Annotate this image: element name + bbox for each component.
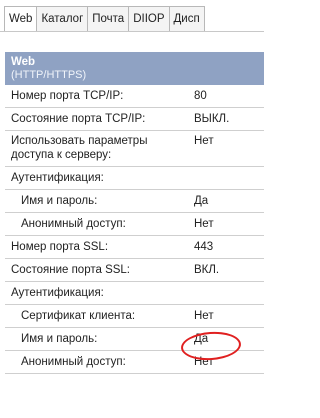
row-value[interactable]: Нет <box>190 356 264 368</box>
tab-web[interactable]: Web <box>4 6 38 31</box>
section-title: Web <box>11 56 36 68</box>
row-value[interactable]: 443 <box>190 241 264 253</box>
tab-divider <box>0 31 264 32</box>
row-anonymous-access: Анонимный доступ: Нет <box>5 213 264 236</box>
row-label: Номер порта SSL: <box>11 241 109 253</box>
row-tcp-status: Состояние порта TCP/IP: ВЫКЛ. <box>5 108 264 131</box>
row-label: Номер порта TCP/IP: <box>11 90 124 102</box>
row-label: Аутентификация: <box>11 287 104 299</box>
tab-bar: Web Каталог Почта DIIOP Дисп <box>4 6 264 31</box>
section-header: Web (HTTP/HTTPS) <box>5 52 264 85</box>
row-ssl-status: Состояние порта SSL: ВКЛ. <box>5 259 264 282</box>
row-label: Сертификат клиента: <box>21 310 136 322</box>
row-value[interactable]: ВКЛ. <box>190 264 264 276</box>
row-label: Анонимный доступ: <box>21 356 126 368</box>
row-value[interactable]: Да <box>190 195 264 207</box>
tab-label: Дисп <box>173 13 200 25</box>
row-label: Имя и пароль: <box>21 333 98 345</box>
row-name-password: Имя и пароль: Да <box>5 190 264 213</box>
row-label: Анонимный доступ: <box>21 218 126 230</box>
row-label: Аутентификация: <box>11 172 104 184</box>
row-label: Имя и пароль: <box>21 195 98 207</box>
row-ssl-port: Номер порта SSL: 443 <box>5 236 264 259</box>
row-ssl-anonymous-access: Анонимный доступ: Нет <box>5 351 264 374</box>
tab-label: Web <box>9 13 33 25</box>
row-ssl-authentication-heading: Аутентификация: <box>5 282 264 305</box>
row-tcp-port: Номер порта TCP/IP: 80 <box>5 85 264 108</box>
tab-diiop[interactable]: DIIOP <box>128 6 170 31</box>
row-value[interactable]: Нет <box>190 310 264 322</box>
tab-label: Каталог <box>41 13 84 25</box>
row-value[interactable]: Нет <box>190 134 264 148</box>
row-label: Состояние порта TCP/IP: <box>11 113 146 125</box>
row-value[interactable]: Да <box>190 333 264 345</box>
tab-catalog[interactable]: Каталог <box>36 6 89 31</box>
row-use-server-access: Использовать параметры доступа к серверу… <box>5 131 264 167</box>
tab-label: DIIOP <box>133 13 165 25</box>
row-ssl-name-password: Имя и пароль: Да <box>5 328 264 351</box>
row-value[interactable]: 80 <box>190 90 264 102</box>
row-authentication-heading: Аутентификация: <box>5 167 264 190</box>
row-value[interactable]: Нет <box>190 218 264 230</box>
row-label: Состояние порта SSL: <box>11 264 131 276</box>
tab-dispatcher[interactable]: Дисп <box>168 6 205 31</box>
web-settings-panel: Web (HTTP/HTTPS) Номер порта TCP/IP: 80 … <box>5 52 264 374</box>
tab-label: Почта <box>92 13 125 25</box>
tab-mail[interactable]: Почта <box>87 6 130 31</box>
row-value[interactable]: ВЫКЛ. <box>190 113 264 125</box>
section-subtitle: (HTTP/HTTPS) <box>11 69 87 81</box>
row-client-certificate: Сертификат клиента: Нет <box>5 305 264 328</box>
row-label: Использовать параметры доступа к серверу… <box>11 135 148 161</box>
